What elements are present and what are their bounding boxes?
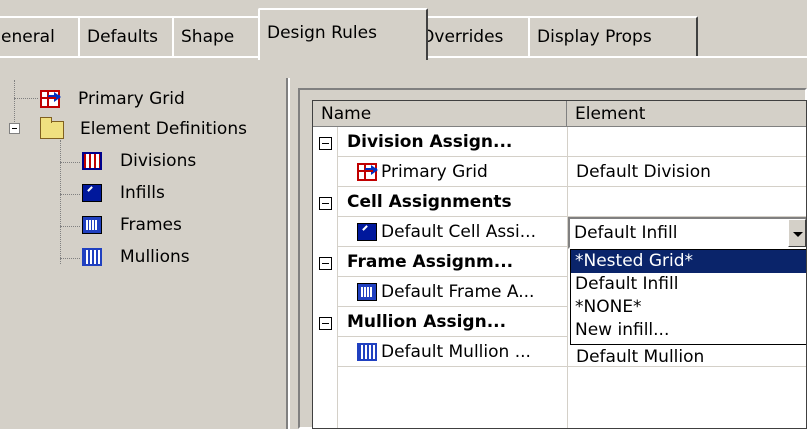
row-name: Default Cell Assi... [381,222,536,242]
tab-label: Design Rules [267,23,377,43]
tree-connector [60,194,80,195]
mullion-icon [82,248,102,266]
row-value[interactable]: Default Division [568,157,806,187]
row-name: Default Frame A... [381,282,535,302]
tree-connector [60,226,80,227]
mullion-icon [357,343,377,361]
tab-label: Overrides [421,27,504,47]
row-name: Frame Assignm... [347,252,514,272]
category-row[interactable]: Mullion Assign... [337,307,567,337]
collapse-toggle[interactable] [319,197,332,210]
row-value [568,127,806,157]
divisions-icon [82,152,102,170]
property-grid-frame: Name Element Division Assign... Primary … [298,88,807,429]
dropdown-value: Default Infill [574,223,678,243]
folder-icon [40,117,64,139]
row-name: Cell Assignments [347,192,512,212]
tab-design-rules[interactable]: Design Rules [258,8,428,60]
row-name: Division Assign... [347,132,513,152]
row-value-text: Default Division [576,162,711,182]
frame-icon [357,283,377,301]
dropdown-arrow-button[interactable] [788,219,806,247]
infill-icon [82,184,102,202]
row-value [568,187,806,217]
dropdown-option-default-infill[interactable]: Default Infill [571,273,806,296]
property-row-default-cell[interactable]: Default Cell Assi... [337,217,567,247]
column-header-name[interactable]: Name [313,101,567,127]
property-row-primary-grid[interactable]: Primary Grid [337,157,567,187]
tree-item-label: Divisions [120,151,197,171]
tab-label: eneral [1,27,55,47]
tree-item-label: Frames [120,215,182,235]
collapse-toggle[interactable] [319,257,332,270]
category-row[interactable]: Cell Assignments [337,187,567,217]
dropdown-option-nested-grid[interactable]: *Nested Grid* [571,250,806,273]
property-row-default-mullion[interactable]: Default Mullion ... [337,337,567,367]
dropdown-option-new-infill[interactable]: New infill... [571,319,806,342]
tree-connector [14,98,38,99]
tree-connector [60,258,80,259]
tree-item-label: Element Definitions [80,119,247,139]
category-row[interactable]: Frame Assignm... [337,247,567,277]
tree-item-label: Primary Grid [78,86,185,112]
tab-overrides[interactable]: Overrides [412,16,544,58]
tab-display-props[interactable]: Display Props [528,16,698,58]
tab-label: Shape [181,27,235,47]
frame-icon [82,216,102,234]
tree-connector [60,140,61,264]
collapse-toggle[interactable] [9,123,20,134]
dropdown-option-none[interactable]: *NONE* [571,296,806,319]
primary-grid-icon [40,90,61,108]
tab-label: Defaults [87,27,158,47]
tree-item-label: Mullions [120,247,190,267]
infill-icon [357,223,377,241]
tree-connector [60,162,80,163]
category-row[interactable]: Division Assign... [337,127,567,157]
collapse-toggle[interactable] [319,137,332,150]
tree-item-label: Infills [120,183,165,203]
collapse-toggle[interactable] [319,317,332,330]
pane-divider-highlight [288,78,290,429]
element-dropdown[interactable]: Default Infill [568,217,806,249]
tab-strip: eneral Defaults Shape Design Rules Overr… [0,0,807,60]
dropdown-list[interactable]: *Nested Grid* Default Infill *NONE* New … [570,249,806,345]
element-tree[interactable]: Primary Grid Element Definitions Divisio… [0,80,282,429]
row-name: Primary Grid [381,162,488,182]
tab-label: Display Props [537,27,652,47]
property-row-default-frame[interactable]: Default Frame A... [337,277,567,307]
property-grid[interactable]: Name Element Division Assign... Primary … [312,100,807,429]
column-header-label: Element [575,104,646,124]
column-header-label: Name [321,104,372,124]
primary-grid-icon [357,163,378,181]
row-value-text: Default Mullion [576,347,705,367]
row-name: Mullion Assign... [347,312,507,332]
column-header-element[interactable]: Element [567,101,806,127]
row-name: Default Mullion ... [381,342,531,362]
